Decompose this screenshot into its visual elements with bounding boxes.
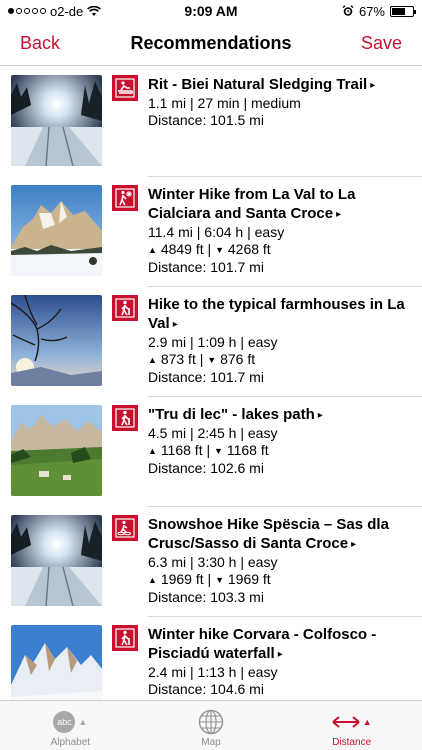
ascent-icon: ▲ <box>148 245 157 255</box>
disclosure-arrow-icon: ▸ <box>317 410 323 421</box>
item-title: Winter hike Corvara - Colfosco - Pisciad… <box>148 626 377 662</box>
ascent-icon: ▲ <box>148 575 157 585</box>
winter-hiker-icon <box>112 185 138 211</box>
item-stats: 4.5 mi | 2:45 h | easy <box>148 425 278 441</box>
item-info: Rit - Biei Natural Sledging Trail ▸ 1.1 m… <box>148 75 422 129</box>
alphabet-badge: abc <box>53 711 76 733</box>
item-info: "Tru di lec" - lakes path ▸ 4.5 mi | 2:45… <box>148 405 422 477</box>
ascent-icon: ▲ <box>148 446 157 456</box>
status-bar: o2-de 9:09 AM 67% <box>0 0 422 22</box>
item-stats: 2.4 mi | 1:13 h | easy <box>148 664 278 680</box>
tab-label: Map <box>201 737 221 748</box>
descent-value: 1969 ft <box>227 571 271 587</box>
item-elevation: ▲ 1168 ft | ▼ 1168 ft <box>148 442 269 458</box>
navigation-bar: Back Recommendations Save <box>0 22 422 66</box>
sort-up-icon: ▲ <box>362 717 372 727</box>
item-elevation: ▲ 873 ft | ▼ 876 ft <box>148 351 256 367</box>
item-distance: Distance: 104.6 mi <box>148 681 264 697</box>
thumbnail-image <box>11 185 102 276</box>
tab-alphabet[interactable]: abc ▲ Alphabet <box>0 701 141 750</box>
thumbnail-image <box>11 295 102 386</box>
disclosure-arrow-icon: ▸ <box>277 649 283 660</box>
hiker-icon <box>112 405 138 431</box>
item-title: Rit - Biei Natural Sledging Trail <box>148 76 368 93</box>
tab-distance[interactable]: ▲ Distance <box>281 701 422 750</box>
hiker-icon <box>112 295 138 321</box>
alarm-clock-icon <box>342 5 354 16</box>
snowshoe-icon <box>112 515 138 541</box>
battery-icon <box>390 5 416 17</box>
list-item[interactable]: Snowshoe Hike Spëscia – Sas dla Crusc/Sa… <box>0 507 422 617</box>
list-item[interactable]: Hike to the typical farmhouses in La Val… <box>0 287 422 397</box>
item-title: "Tru di lec" - lakes path <box>148 406 315 423</box>
carrier-name: o2-de <box>50 3 84 19</box>
thumbnail-image <box>11 625 102 700</box>
descent-icon: ▼ <box>215 245 224 255</box>
item-distance: Distance: 101.5 mi <box>148 112 264 128</box>
thumbnail-image <box>11 75 102 166</box>
sledge-icon <box>112 75 138 101</box>
hiker-icon <box>112 625 138 651</box>
item-title: Winter Hike from La Val to La Cialciara … <box>148 186 356 222</box>
sort-up-icon: ▲ <box>78 717 88 727</box>
descent-icon: ▼ <box>214 446 223 456</box>
item-distance: Distance: 101.7 mi <box>148 259 264 275</box>
tab-label: Alphabet <box>50 737 91 748</box>
disclosure-arrow-icon: ▸ <box>336 209 342 220</box>
disclosure-arrow-icon: ▸ <box>351 539 357 550</box>
descent-icon: ▼ <box>215 575 224 585</box>
tab-map[interactable]: Map <box>141 701 282 750</box>
wifi-icon <box>87 5 102 16</box>
item-info: Snowshoe Hike Spëscia – Sas dla Crusc/Sa… <box>148 515 422 606</box>
item-distance: Distance: 101.7 mi <box>148 369 264 385</box>
recommendation-list[interactable]: Rit - Biei Natural Sledging Trail ▸ 1.1 m… <box>0 67 422 700</box>
item-stats: 1.1 mi | 27 min | medium <box>148 95 301 111</box>
disclosure-arrow-icon: ▸ <box>172 319 178 330</box>
status-left: o2-de <box>8 3 102 19</box>
globe-icon <box>198 707 224 737</box>
item-info: Winter Hike from La Val to La Cialciara … <box>148 185 422 276</box>
item-stats: 6.3 mi | 3:30 h | easy <box>148 554 278 570</box>
battery-percent: 67% <box>358 3 385 19</box>
ascent-icon: ▲ <box>148 355 157 365</box>
list-item[interactable]: Winter hike Corvara - Colfosco - Pisciad… <box>0 617 422 700</box>
item-elevation: ▲ 1969 ft | ▼ 1969 ft <box>148 571 271 587</box>
item-distance: Distance: 103.3 mi <box>148 589 264 605</box>
ascent-value: 1168 ft <box>160 442 203 458</box>
item-title: Hike to the typical farmhouses in La Val <box>148 296 405 332</box>
descent-icon: ▼ <box>207 355 217 365</box>
ascent-value: 4849 ft <box>160 241 204 257</box>
item-stats: 2.9 mi | 1:09 h | easy <box>148 334 278 350</box>
list-item[interactable]: "Tru di lec" - lakes path ▸ 4.5 mi | 2:45… <box>0 397 422 507</box>
tab-label: Distance <box>332 737 372 748</box>
descent-value: 1168 ft <box>226 442 269 458</box>
thumbnail-image <box>11 405 102 496</box>
page-title: Recommendations <box>130 33 292 53</box>
descent-value: 4268 ft <box>227 241 271 257</box>
alphabet-icon: abc ▲ <box>53 707 87 737</box>
item-info: Winter hike Corvara - Colfosco - Pisciad… <box>148 625 422 698</box>
distance-arrows-icon: ▲ <box>332 707 372 737</box>
status-right: 67% <box>342 3 416 19</box>
signal-strength-icon <box>8 8 46 14</box>
item-elevation: ▲ 4849 ft | ▼ 4268 ft <box>148 241 271 257</box>
item-info: Hike to the typical farmhouses in La Val… <box>148 295 422 386</box>
item-distance: Distance: 102.6 mi <box>148 460 264 476</box>
list-item[interactable]: Rit - Biei Natural Sledging Trail ▸ 1.1 m… <box>0 67 422 177</box>
item-stats: 11.4 mi | 6:04 h | easy <box>148 224 285 240</box>
ascent-value: 1969 ft <box>160 571 204 587</box>
descent-value: 876 ft <box>220 351 256 367</box>
save-button[interactable]: Save <box>361 33 402 54</box>
tab-bar: abc ▲ Alphabet Map ▲ Distance <box>0 700 422 750</box>
ascent-value: 873 ft <box>160 351 196 367</box>
back-button[interactable]: Back <box>20 33 60 54</box>
disclosure-arrow-icon: ▸ <box>370 80 376 91</box>
thumbnail-image <box>11 515 102 606</box>
list-item[interactable]: Winter Hike from La Val to La Cialciara … <box>0 177 422 287</box>
